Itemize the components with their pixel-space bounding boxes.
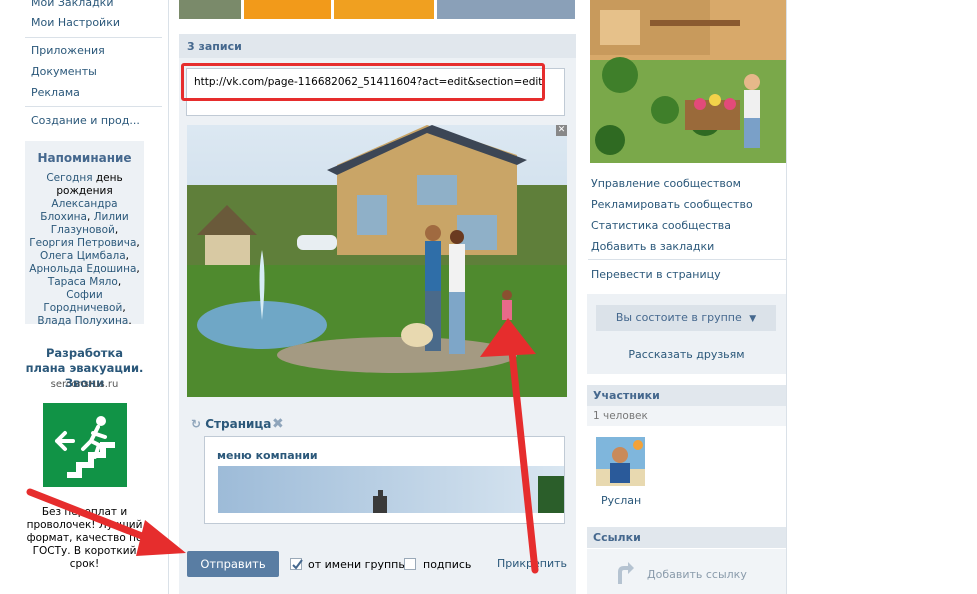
annotation-arrows [26, 318, 539, 574]
